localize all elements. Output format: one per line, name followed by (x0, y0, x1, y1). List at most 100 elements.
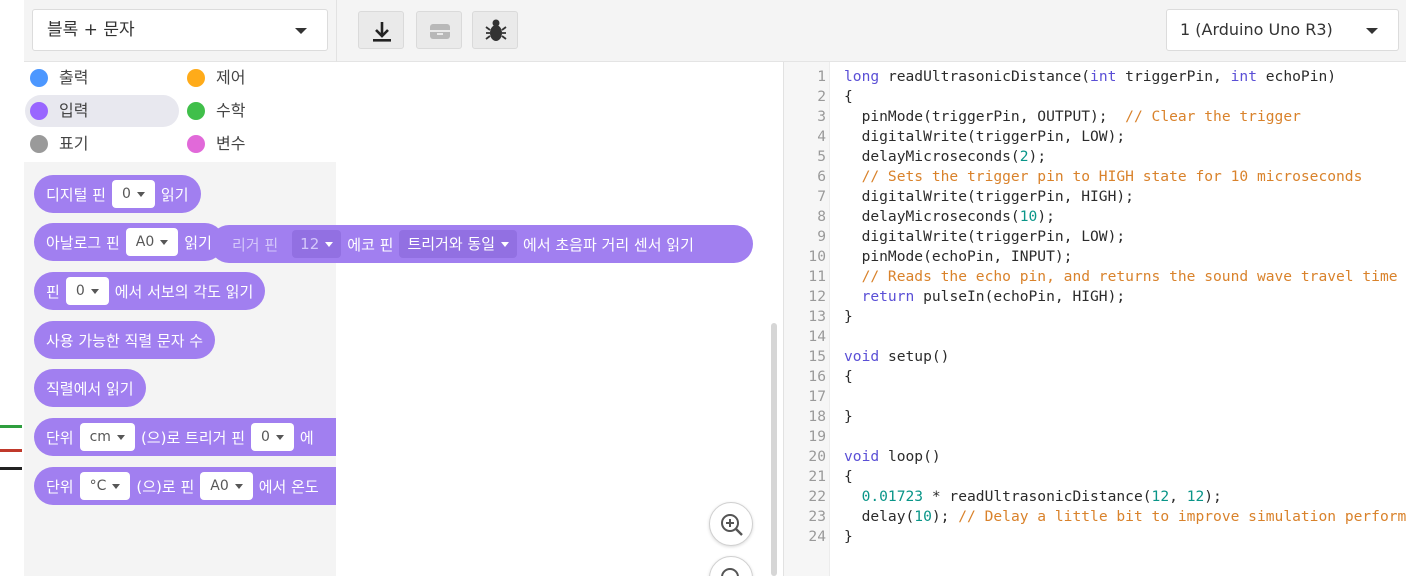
code-mode-select[interactable]: 블록 + 문자 (32, 9, 328, 51)
line-number: 15 (808, 348, 826, 365)
board-select[interactable]: 1 (Arduino Uno R3) (1166, 9, 1399, 51)
pin-value: A0 (210, 478, 229, 494)
analog-read-block[interactable]: 아날로그 핀 A0 읽기 (34, 223, 224, 261)
circuit-view-edge (0, 0, 24, 576)
category-label: 수학 (216, 101, 246, 120)
dragged-ultrasonic-block[interactable]: 리거 핀 12 에코 핀 트리거와 동일 에서 초음파 거리 센서 읽기 (210, 225, 753, 263)
code-line: 14 (784, 327, 1406, 347)
dropdown-caret-icon (325, 241, 334, 247)
code-line: 2{ (784, 87, 1406, 107)
code-line: 7 digitalWrite(triggerPin, HIGH); (784, 187, 1406, 207)
chevron-down-icon (295, 28, 307, 34)
category-label: 표기 (59, 134, 89, 153)
zoom-in-icon (721, 514, 743, 536)
unit-value: °C (89, 478, 107, 494)
code-editor[interactable]: 1 long readUltrasonicDistance(int trigger… (783, 62, 1406, 576)
line-number: 16 (808, 368, 826, 385)
dropdown-caret-icon (275, 434, 284, 440)
board-select-value: 1 (Arduino Uno R3) (1180, 20, 1333, 39)
line-number: 1 (817, 68, 826, 85)
serial-monitor-button[interactable] (416, 11, 462, 49)
category-variables[interactable]: 변수 (182, 128, 336, 160)
block-label: 단위 (46, 477, 74, 496)
temperature-sensor-block[interactable]: 단위 °C (으)로 핀 A0 에서 온도 (34, 467, 336, 505)
line-number: 2 (817, 88, 826, 105)
block-label: 에서 초음파 거리 센서 읽기 (523, 235, 694, 254)
pin-dropdown[interactable]: 0 (251, 423, 294, 451)
line-number: 4 (817, 128, 826, 145)
line-number: 10 (808, 248, 826, 265)
block-label: 읽기 (160, 185, 189, 204)
pin-value: A0 (135, 234, 155, 250)
block-category-list: 출력 제어 입력 수학 표기 변수 (24, 62, 336, 162)
input-color-dot (30, 102, 48, 120)
line-number: 11 (808, 268, 826, 285)
block-label: 핀 (46, 282, 60, 301)
zoom-in-button[interactable] (709, 502, 753, 546)
digital-read-block[interactable]: 디지털 핀 0 읽기 (34, 175, 201, 213)
dropdown-caret-icon (234, 483, 243, 489)
line-number: 17 (808, 388, 826, 405)
pin-value: 트리거와 동일 (407, 235, 496, 253)
download-code-button[interactable] (358, 11, 404, 49)
category-math[interactable]: 수학 (182, 95, 336, 127)
block-label: 아날로그 핀 (46, 233, 120, 252)
block-label: 리거 핀 (232, 235, 279, 254)
line-number: 7 (817, 188, 826, 205)
category-notation[interactable]: 표기 (25, 128, 179, 160)
block-label: 디지털 핀 (46, 185, 106, 204)
code-line: 13} (784, 307, 1406, 327)
category-label: 제어 (216, 68, 246, 87)
code-line: 5 delayMicroseconds(2); (784, 147, 1406, 167)
line-number: 22 (808, 488, 826, 505)
code-line: 20 void loop() (784, 447, 1406, 467)
code-line: 4 digitalWrite(triggerPin, LOW); (784, 127, 1406, 147)
serial-read-block[interactable]: 직렬에서 읽기 (34, 369, 146, 407)
control-color-dot (187, 69, 205, 87)
pin-value: 0 (121, 186, 131, 202)
ultrasonic-sensor-block[interactable]: 단위 cm (으)로 트리거 핀 0 에 (34, 418, 336, 456)
workspace-scrollbar[interactable] (771, 323, 777, 576)
block-label: 사용 가능한 직렬 문자 수 (46, 331, 204, 350)
code-line: 18} (784, 407, 1406, 427)
unit-value: cm (89, 429, 111, 445)
category-input[interactable]: 입력 (25, 95, 179, 127)
block-label: 에 (299, 428, 314, 447)
pin-dropdown[interactable]: A0 (200, 472, 253, 500)
zoom-out-button[interactable] (709, 556, 753, 576)
pin-dropdown[interactable]: 0 (111, 180, 155, 208)
category-control[interactable]: 제어 (182, 62, 336, 94)
trigger-pin-dropdown[interactable]: 12 (292, 230, 342, 258)
category-label: 입력 (59, 101, 89, 120)
dropdown-caret-icon (112, 483, 121, 489)
dropdown-caret-icon (160, 239, 169, 245)
line-number: 5 (817, 148, 826, 165)
block-workspace[interactable] (336, 62, 783, 576)
line-number: 18 (808, 408, 826, 425)
line-number: 23 (808, 508, 826, 525)
line-number: 13 (808, 308, 826, 325)
echo-pin-dropdown[interactable]: 트리거와 동일 (399, 230, 518, 258)
chevron-down-icon (1366, 28, 1378, 34)
line-number: 14 (808, 328, 826, 345)
category-output[interactable]: 출력 (25, 62, 179, 94)
debug-bug-icon (485, 19, 507, 41)
pin-value: 0 (75, 283, 85, 299)
pin-dropdown[interactable]: 0 (65, 277, 109, 305)
unit-dropdown[interactable]: cm (79, 423, 135, 451)
code-line: 12 return pulseIn(echoPin, HIGH); (784, 287, 1406, 307)
unit-dropdown[interactable]: °C (79, 472, 131, 500)
line-number: 24 (808, 528, 826, 545)
line-number: 19 (808, 428, 826, 445)
block-label: 에코 핀 (347, 235, 394, 254)
category-label: 출력 (59, 68, 89, 87)
zoom-out-icon (721, 568, 739, 576)
line-number: 12 (808, 288, 826, 305)
block-label: 단위 (46, 428, 74, 447)
serial-available-block[interactable]: 사용 가능한 직렬 문자 수 (34, 321, 216, 359)
block-label: 직렬에서 읽기 (46, 379, 134, 398)
pin-dropdown[interactable]: A0 (125, 228, 179, 256)
debugger-button[interactable] (472, 11, 518, 49)
code-line: 21{ (784, 467, 1406, 487)
servo-angle-block[interactable]: 핀 0 에서 서보의 각도 읽기 (34, 272, 266, 310)
